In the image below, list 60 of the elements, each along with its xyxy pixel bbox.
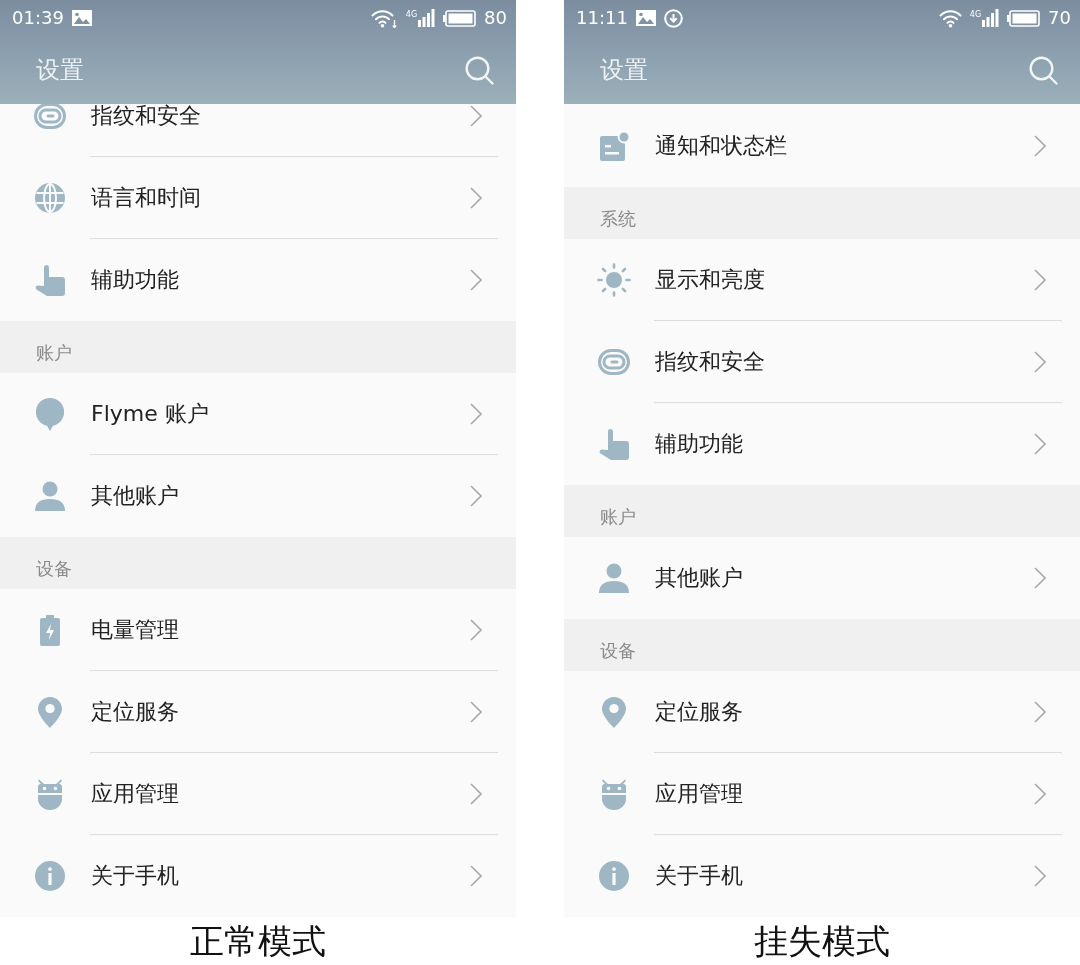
search-icon	[465, 55, 494, 85]
battery-percent: 70	[1048, 7, 1071, 29]
robot-head-icon	[601, 778, 627, 810]
image-icon	[635, 10, 656, 26]
chevron-icon	[470, 865, 482, 887]
chevron-icon	[1034, 351, 1046, 373]
network-type: 4G	[969, 10, 982, 19]
chevron-icon	[470, 701, 482, 723]
battery-percent: 80	[484, 7, 507, 29]
pointing-hand-icon	[35, 264, 65, 296]
chevron-icon	[1034, 433, 1046, 455]
notification-card-icon	[599, 131, 629, 161]
search-button[interactable]	[465, 55, 494, 85]
battery-icon	[1007, 9, 1041, 27]
screen-caption: 挂失模式	[754, 921, 890, 961]
section-header: 设备	[0, 537, 516, 589]
section-header: 设备	[564, 619, 1080, 671]
chevron-icon	[1034, 701, 1046, 723]
robot-head-icon	[37, 778, 63, 810]
section-header: 系统	[564, 187, 1080, 239]
chevron-icon	[1034, 269, 1046, 291]
chevron-icon	[470, 485, 482, 507]
network-type: 4G	[405, 10, 418, 19]
fingerprint-icon	[598, 349, 630, 375]
image-icon	[71, 10, 92, 26]
chevron-icon	[470, 403, 482, 425]
info-icon	[599, 861, 629, 891]
search-button[interactable]	[1029, 55, 1058, 85]
section-header: 账户	[564, 485, 1080, 537]
screen-caption: 正常模式	[190, 921, 326, 961]
screen-title: 设置	[36, 55, 84, 85]
location-pin-icon	[38, 696, 62, 728]
chevron-icon	[470, 783, 482, 805]
chevron-icon	[470, 105, 482, 127]
screen-title: 设置	[600, 55, 648, 85]
info-icon	[35, 861, 65, 891]
person-icon	[599, 563, 629, 593]
balloon-icon	[36, 397, 64, 431]
battery-icon	[443, 9, 477, 27]
pointing-hand-icon	[599, 428, 629, 460]
chevron-icon	[470, 187, 482, 209]
chevron-icon	[1034, 783, 1046, 805]
battery-bolt-icon	[40, 614, 60, 646]
download-icon	[663, 8, 683, 28]
sun-icon	[597, 263, 631, 297]
section-header: 账户	[0, 321, 516, 373]
search-icon	[1029, 55, 1058, 85]
chevron-icon	[1034, 865, 1046, 887]
location-pin-icon	[602, 696, 626, 728]
fingerprint-icon	[34, 104, 66, 129]
chevron-icon	[1034, 135, 1046, 157]
signal-icon	[418, 9, 436, 27]
chevron-icon	[470, 269, 482, 291]
person-icon	[35, 481, 65, 511]
signal-icon	[982, 9, 1000, 27]
status-time: 11:11	[576, 7, 628, 29]
chevron-icon	[470, 619, 482, 641]
status-time: 01:39	[12, 7, 64, 29]
chevron-icon	[1034, 567, 1046, 589]
globe-icon	[35, 183, 65, 213]
